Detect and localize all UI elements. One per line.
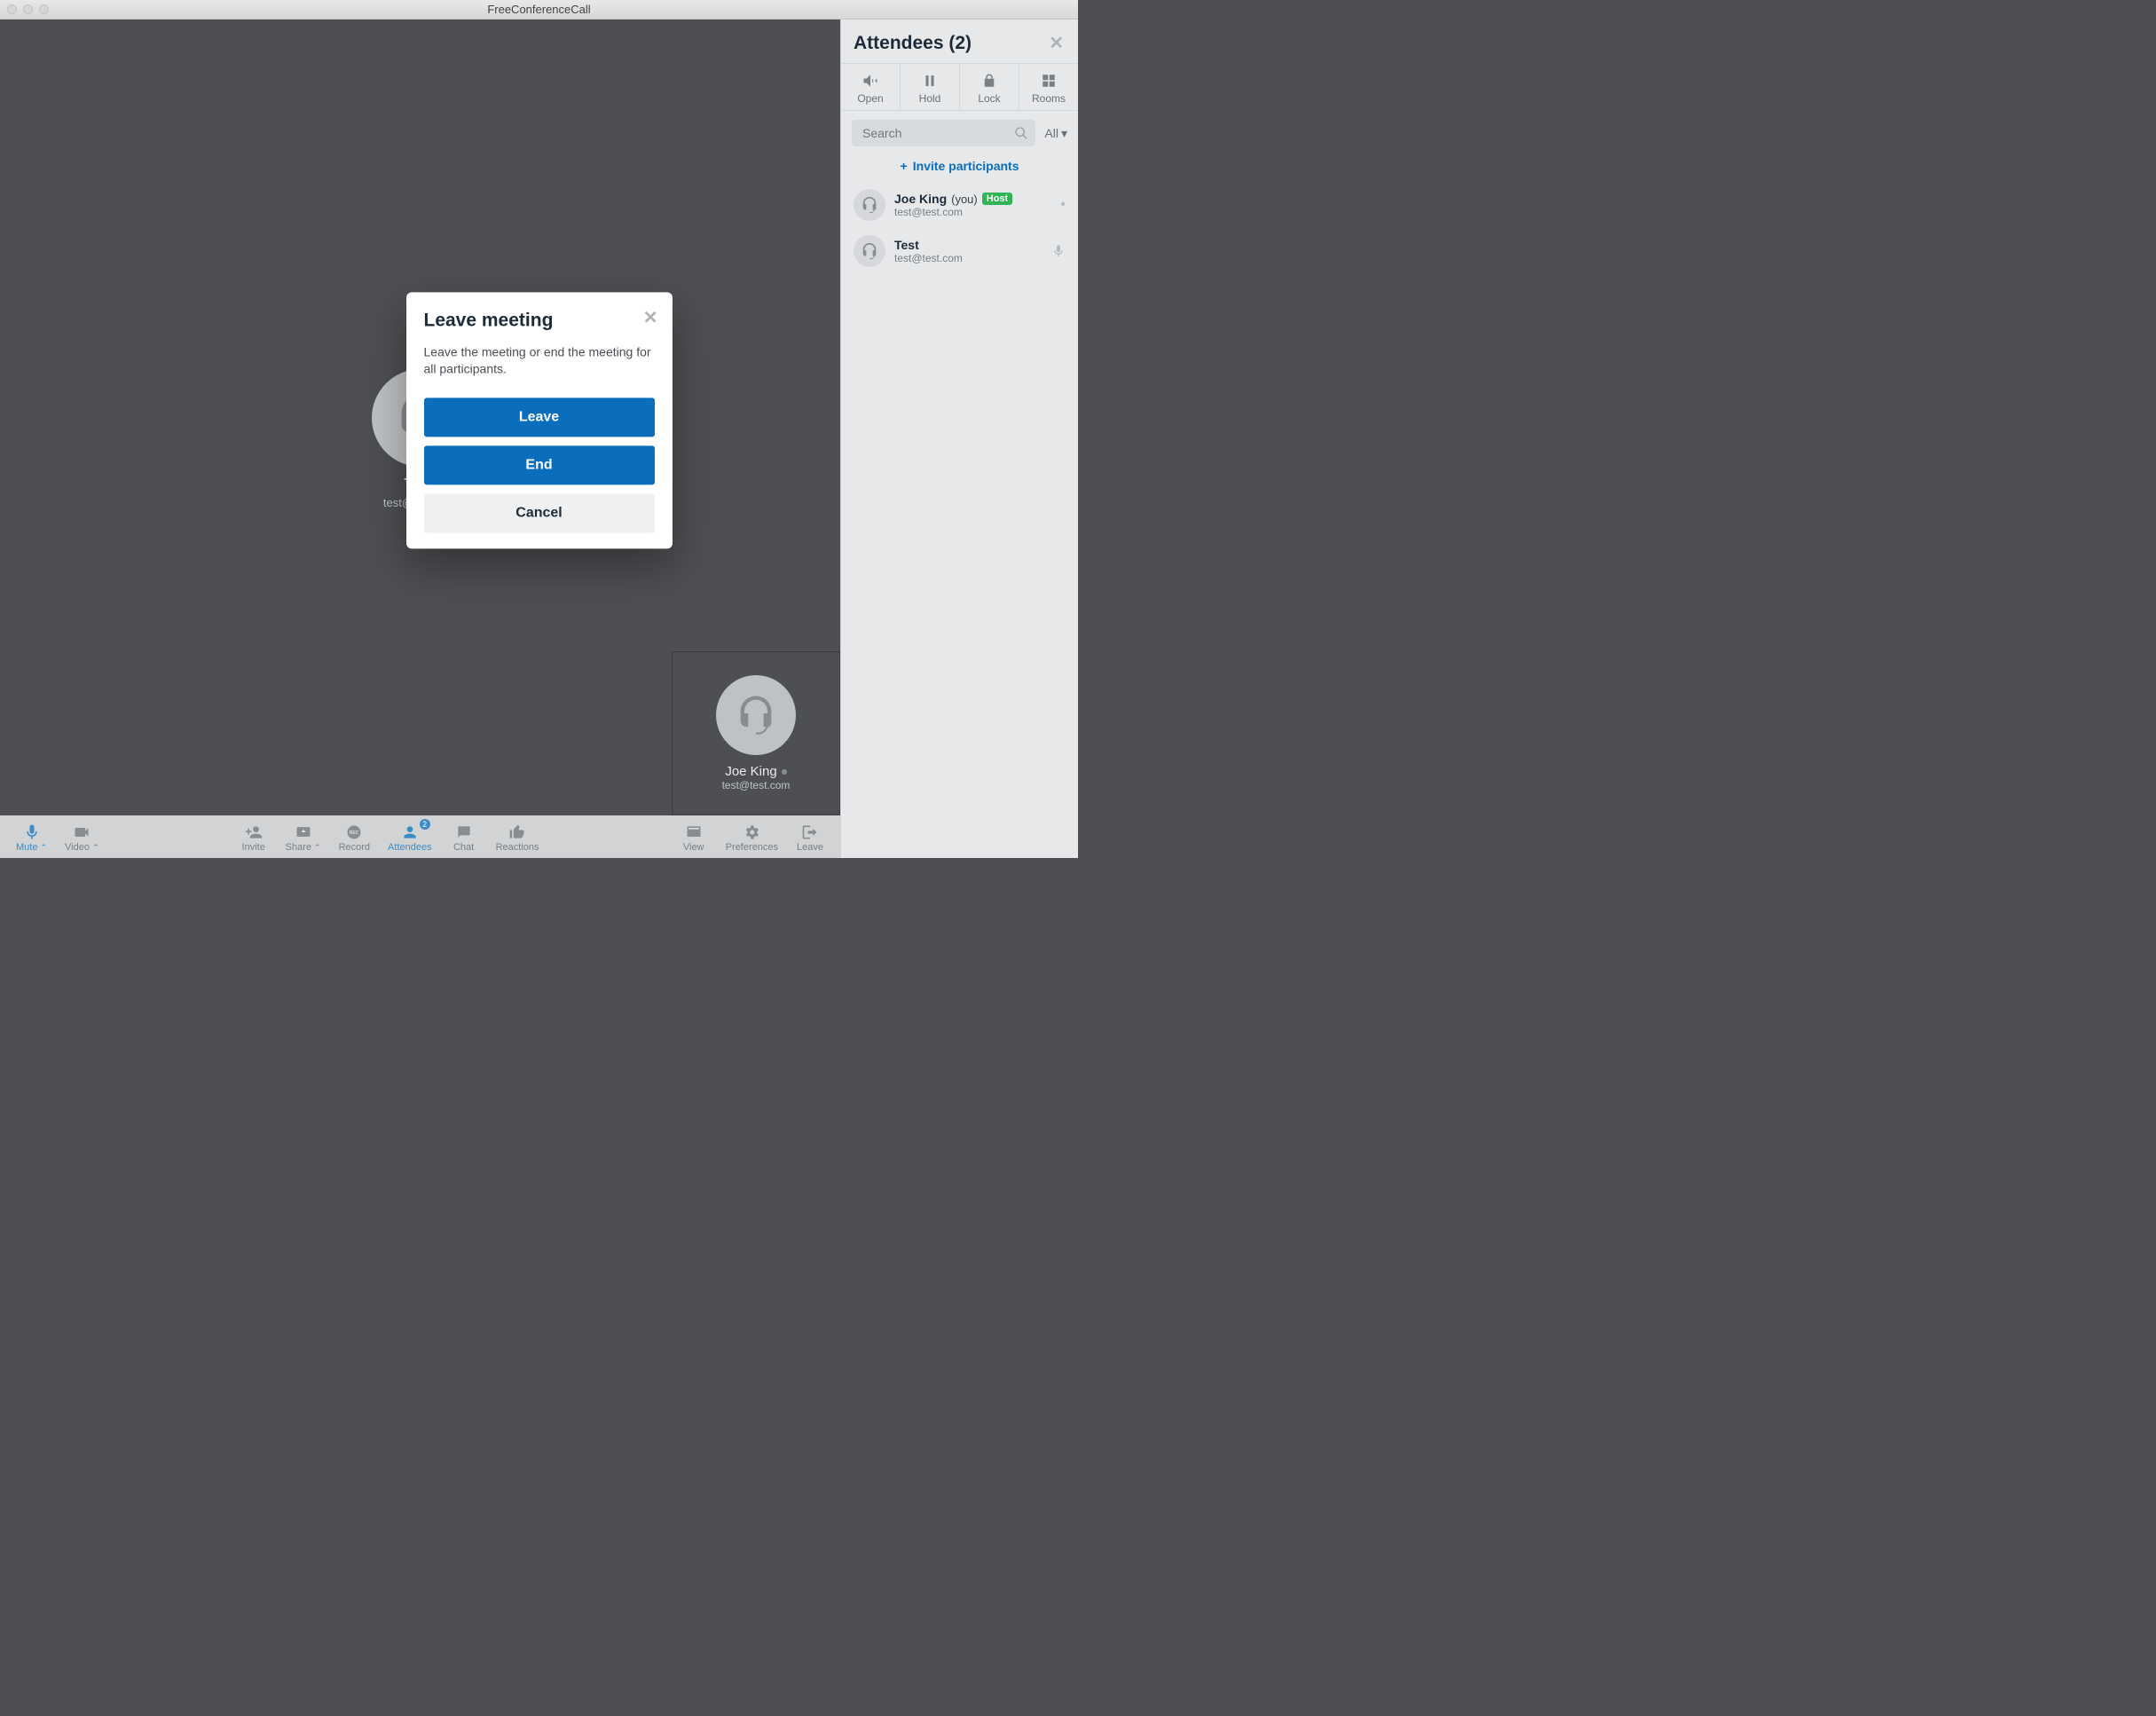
titlebar: FreeConferenceCall	[0, 0, 1078, 20]
end-meeting-button[interactable]: End	[424, 445, 655, 484]
leave-meeting-button[interactable]: Leave	[424, 398, 655, 437]
window-controls	[7, 4, 49, 14]
close-window-button[interactable]	[7, 4, 17, 14]
app-window: FreeConferenceCall Test test@test.com Jo…	[0, 0, 1078, 858]
dialog-title: Leave meeting	[424, 310, 655, 331]
leave-meeting-dialog: ✕ Leave meeting Leave the meeting or end…	[406, 292, 673, 548]
dialog-body: Leave the meeting or end the meeting for…	[424, 343, 655, 378]
window-title: FreeConferenceCall	[0, 3, 1078, 16]
minimize-window-button[interactable]	[23, 4, 33, 14]
close-dialog-button[interactable]: ✕	[643, 306, 658, 328]
cancel-button[interactable]: Cancel	[424, 493, 655, 532]
zoom-window-button[interactable]	[39, 4, 49, 14]
